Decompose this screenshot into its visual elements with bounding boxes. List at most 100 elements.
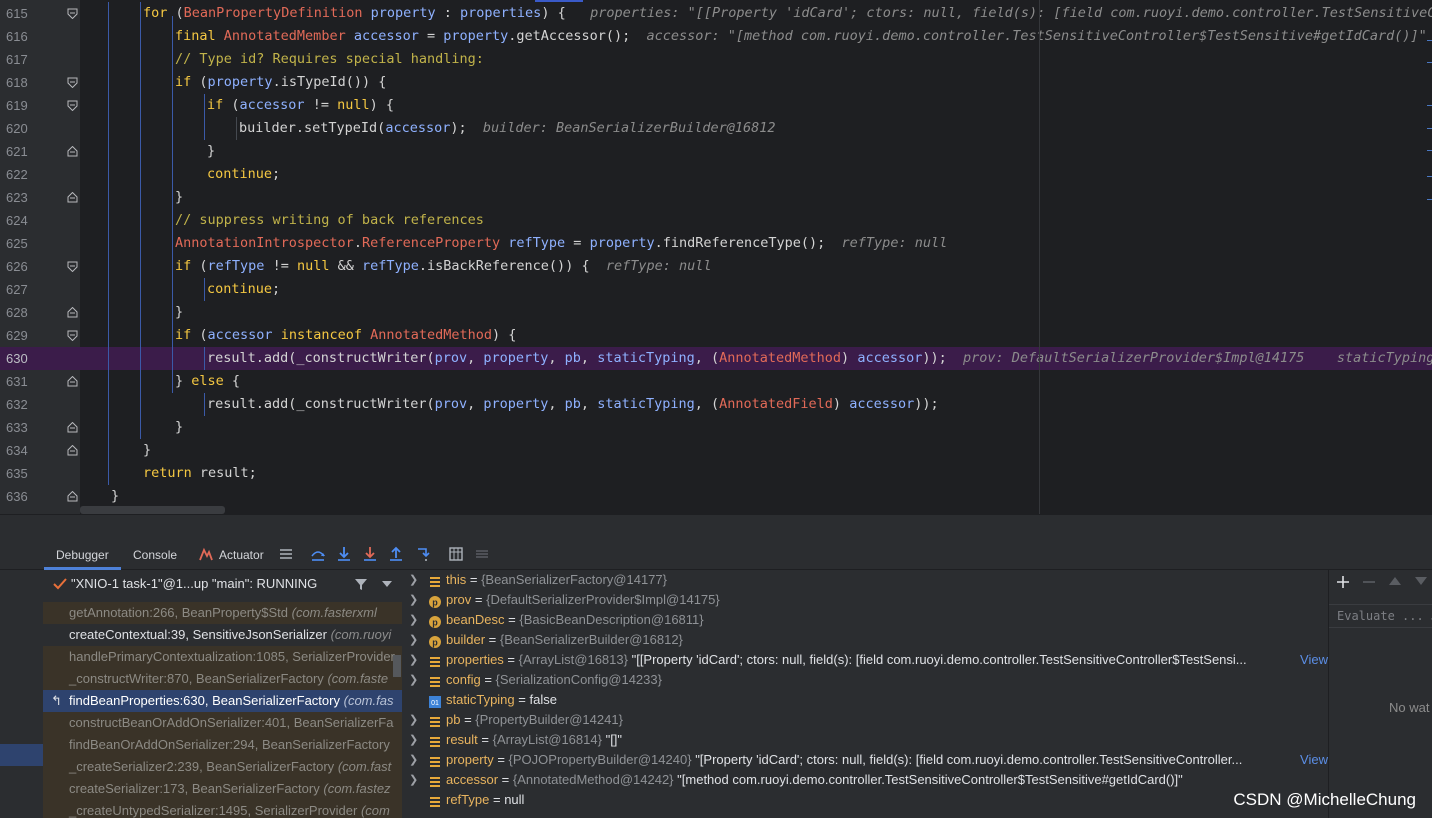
step-over-icon[interactable] <box>310 546 328 564</box>
evaluate-expression-icon[interactable] <box>448 546 466 564</box>
variable-row[interactable]: ❯ property = {POJOPropertyBuilder@14240} … <box>403 750 1328 770</box>
code-text[interactable]: if (property.isTypeId()) { <box>175 71 386 94</box>
code-line[interactable]: 635 return result; <box>0 462 1432 485</box>
stack-frame[interactable]: createSerializer:173, BeanSerializerFact… <box>43 778 402 800</box>
fold-open-icon[interactable] <box>67 8 78 19</box>
fold-open-icon[interactable] <box>67 77 78 88</box>
line-number[interactable]: 617 <box>6 48 36 71</box>
execution-line[interactable]: 630 result.add(_constructWriter(prov, pro… <box>0 347 1432 370</box>
expand-arrow-icon[interactable]: ❯ <box>409 770 418 790</box>
line-number[interactable]: 630 <box>6 347 36 370</box>
code-text[interactable]: continue; <box>207 278 280 301</box>
filter-icon[interactable] <box>354 577 368 591</box>
line-number[interactable]: 634 <box>6 439 36 462</box>
code-line[interactable]: 620 builder.setTypeId(accessor); builder:… <box>0 117 1432 140</box>
line-number[interactable]: 627 <box>6 278 36 301</box>
code-text[interactable]: } <box>175 416 183 439</box>
code-text[interactable]: AnnotationIntrospector.ReferenceProperty… <box>175 232 947 255</box>
stack-frame[interactable]: _createUntypedSerializer:1495, Serialize… <box>43 800 402 818</box>
code-text[interactable]: if (accessor instanceof AnnotatedMethod)… <box>175 324 516 347</box>
fold-open-icon[interactable] <box>67 100 78 111</box>
expand-arrow-icon[interactable]: ❯ <box>409 610 418 630</box>
fold-open-icon[interactable] <box>67 330 78 341</box>
tab-debugger[interactable]: Debugger <box>44 540 121 570</box>
move-up-icon[interactable] <box>1389 577 1401 587</box>
code-text[interactable]: result.add(_constructWriter(prov, proper… <box>207 347 1432 370</box>
code-text[interactable]: builder.setTypeId(accessor); builder: Be… <box>239 117 775 140</box>
variable-row[interactable]: ❯ p builder = {BeanSerializerBuilder@16812… <box>403 630 1328 650</box>
fold-close-icon[interactable] <box>67 376 78 387</box>
variable-row[interactable]: ❯ properties = {ArrayList@16813} "[[Prope… <box>403 650 1328 670</box>
variable-row[interactable]: ❯ accessor = {AnnotatedMethod@14242} "[me… <box>403 770 1328 790</box>
line-number[interactable]: 632 <box>6 393 36 416</box>
line-number[interactable]: 625 <box>6 232 36 255</box>
code-line[interactable]: 625 AnnotationIntrospector.ReferencePrope… <box>0 232 1432 255</box>
code-line[interactable]: 634} <box>0 439 1432 462</box>
code-line[interactable]: 629 if (accessor instanceof AnnotatedMeth… <box>0 324 1432 347</box>
variable-row[interactable]: ❯ p beanDesc = {BasicBeanDescription@16811… <box>403 610 1328 630</box>
code-text[interactable]: // suppress writing of back references <box>175 209 484 232</box>
fold-close-icon[interactable] <box>67 307 78 318</box>
code-text[interactable]: // Type id? Requires special handling: <box>175 48 484 71</box>
line-number[interactable]: 623 <box>6 186 36 209</box>
line-number[interactable]: 615 <box>6 2 36 25</box>
line-number[interactable]: 633 <box>6 416 36 439</box>
line-number[interactable]: 621 <box>6 140 36 163</box>
code-editor[interactable]: 615 for (BeanPropertyDefinition property … <box>0 0 1432 514</box>
stack-frame[interactable]: _createSerializer2:239, BeanSerializerFa… <box>43 756 402 778</box>
line-number[interactable]: 626 <box>6 255 36 278</box>
fold-close-icon[interactable] <box>67 422 78 433</box>
code-text[interactable]: } else { <box>175 370 240 393</box>
line-number[interactable]: 628 <box>6 301 36 324</box>
step-out-icon[interactable] <box>388 546 406 564</box>
code-line[interactable]: 616 final AnnotatedMember accessor = prop… <box>0 25 1432 48</box>
code-text[interactable]: final AnnotatedMember accessor = propert… <box>175 25 1427 48</box>
code-text[interactable]: } <box>111 485 119 508</box>
remove-watch-icon[interactable] <box>1363 576 1375 588</box>
code-line[interactable]: 631 } else { <box>0 370 1432 393</box>
chevron-down-icon[interactable] <box>382 581 392 587</box>
stack-frame[interactable]: handlePrimaryContextualization:1085, Ser… <box>43 646 402 668</box>
code-text[interactable]: for (BeanPropertyDefinition property : p… <box>143 2 1432 25</box>
code-line[interactable]: 619 if (accessor != null) { <box>0 94 1432 117</box>
tab-actuator[interactable]: Actuator <box>219 540 264 570</box>
fold-close-icon[interactable] <box>67 146 78 157</box>
code-text[interactable]: } <box>143 439 151 462</box>
stack-frame[interactable]: getAnnotation:266, BeanProperty$Std (com… <box>43 602 402 624</box>
evaluate-input[interactable]: Evaluate ... Ja <box>1329 604 1432 628</box>
expand-arrow-icon[interactable]: ❯ <box>409 710 418 730</box>
code-text[interactable]: continue; <box>207 163 280 186</box>
code-text[interactable]: if (accessor != null) { <box>207 94 394 117</box>
code-line[interactable]: 628} <box>0 301 1432 324</box>
tab-console[interactable]: Console <box>133 540 177 570</box>
code-line[interactable]: 618 if (property.isTypeId()) { <box>0 71 1432 94</box>
stack-frame[interactable]: ↰ findBeanProperties:630, BeanSerializerF… <box>43 690 402 712</box>
line-number[interactable]: 622 <box>6 163 36 186</box>
expand-arrow-icon[interactable]: ❯ <box>409 630 418 650</box>
code-line[interactable]: 633} <box>0 416 1432 439</box>
fold-close-icon[interactable] <box>67 491 78 502</box>
fold-open-icon[interactable] <box>67 261 78 272</box>
view-link[interactable]: View <box>1298 750 1328 770</box>
code-line[interactable]: 636} <box>0 485 1432 508</box>
step-into-icon[interactable] <box>336 546 354 564</box>
stack-frame[interactable]: findBeanOrAddOnSerializer:294, BeanSeria… <box>43 734 402 756</box>
thread-selector[interactable]: "XNIO-1 task-1"@1...up "main": RUNNING <box>43 570 402 598</box>
line-number[interactable]: 629 <box>6 324 36 347</box>
code-line[interactable]: 621} <box>0 140 1432 163</box>
expand-arrow-icon[interactable]: ❯ <box>409 730 418 750</box>
move-down-icon[interactable] <box>1415 577 1427 587</box>
code-line[interactable]: 624 // suppress writing of back reference… <box>0 209 1432 232</box>
line-number[interactable]: 616 <box>6 25 36 48</box>
force-step-into-icon[interactable] <box>362 546 380 564</box>
expand-arrow-icon[interactable]: ❯ <box>409 750 418 770</box>
line-number[interactable]: 618 <box>6 71 36 94</box>
variable-row[interactable]: ❯ p prov = {DefaultSerializerProvider$Impl… <box>403 590 1328 610</box>
expand-arrow-icon[interactable]: ❯ <box>409 590 418 610</box>
code-line[interactable]: 623} <box>0 186 1432 209</box>
line-number[interactable]: 631 <box>6 370 36 393</box>
line-number[interactable]: 620 <box>6 117 36 140</box>
add-watch-icon[interactable] <box>1337 576 1349 588</box>
code-line[interactable]: 615 for (BeanPropertyDefinition property … <box>0 2 1432 25</box>
code-text[interactable]: } <box>175 186 183 209</box>
